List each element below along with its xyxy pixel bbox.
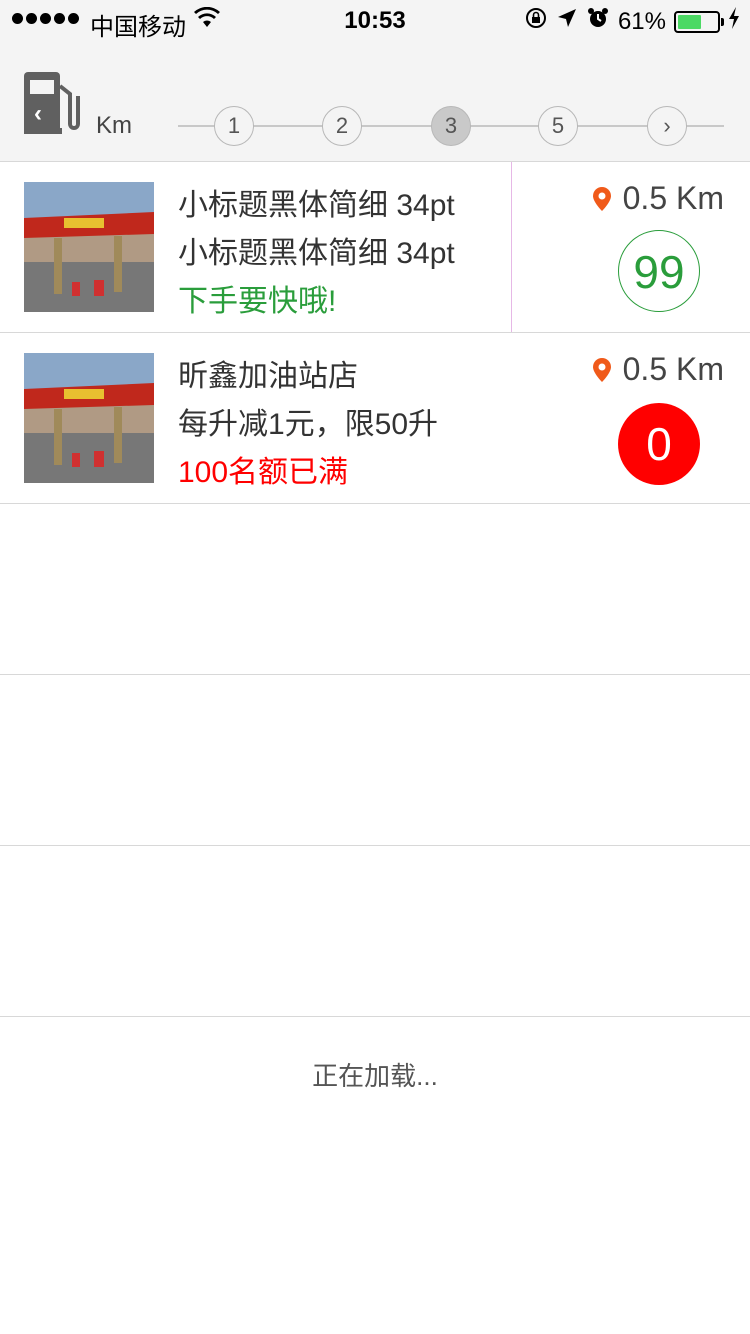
battery-percent: 61%	[617, 7, 666, 35]
spec-divider	[511, 162, 512, 332]
status-right-icons: 61%	[524, 6, 740, 37]
station-list-item[interactable]: 小标题黑体简细 34pt 小标题黑体简细 34pt 下手要快哦! 0.5 Km …	[0, 162, 750, 333]
station-title: 昕鑫加油站店	[178, 360, 358, 393]
back-chevron-icon[interactable]: ‹	[34, 100, 42, 128]
battery-icon	[674, 10, 724, 33]
empty-list-row	[0, 846, 750, 1017]
station-thumbnail	[24, 353, 154, 483]
fuel-pump-icon	[22, 72, 80, 134]
step-2[interactable]: 2	[322, 106, 362, 146]
location-arrow-icon	[556, 7, 578, 36]
distance-stepper: 1 2 3 5 ›	[178, 106, 724, 146]
header: ‹ Km 1 2 3 5 ›	[0, 40, 750, 162]
distance-value: 0.5 Km	[622, 180, 724, 216]
loading-indicator: 正在加载...	[312, 1061, 438, 1091]
step-1[interactable]: 1	[214, 106, 254, 146]
rotation-lock-icon	[524, 6, 548, 37]
station-promo: 下手要快哦!	[178, 285, 337, 318]
location-pin-icon	[592, 186, 611, 211]
charging-icon	[728, 7, 740, 36]
remaining-count-badge: 0	[618, 403, 700, 485]
station-list-item[interactable]: 昕鑫加油站店 每升减1元，限50升 100名额已满 0.5 Km 0	[0, 333, 750, 504]
empty-list-row	[0, 504, 750, 675]
status-bar: 中国移动 10:53 61%	[0, 0, 750, 41]
station-subtitle: 每升减1元，限50升	[178, 408, 439, 441]
distance-unit-label: Km	[96, 112, 132, 139]
station-distance: 0.5 Km	[592, 351, 724, 388]
station-thumbnail	[24, 182, 154, 312]
station-promo: 100名额已满	[178, 456, 349, 489]
station-title: 小标题黑体简细 34pt	[178, 189, 455, 222]
battery-fill	[678, 14, 701, 29]
location-pin-icon	[592, 357, 611, 382]
step-5[interactable]: 5	[538, 106, 578, 146]
step-next-chevron[interactable]: ›	[647, 106, 687, 146]
station-info: 昕鑫加油站店 每升减1元，限50升 100名额已满	[178, 353, 438, 497]
station-subtitle: 小标题黑体简细 34pt	[178, 237, 455, 270]
alarm-icon	[586, 6, 610, 37]
step-3[interactable]: 3	[431, 106, 471, 146]
distance-value: 0.5 Km	[622, 351, 724, 387]
station-info: 小标题黑体简细 34pt 小标题黑体简细 34pt 下手要快哦!	[178, 182, 455, 326]
station-distance: 0.5 Km	[592, 180, 724, 217]
empty-list-row	[0, 675, 750, 846]
remaining-count-badge: 99	[618, 230, 700, 312]
